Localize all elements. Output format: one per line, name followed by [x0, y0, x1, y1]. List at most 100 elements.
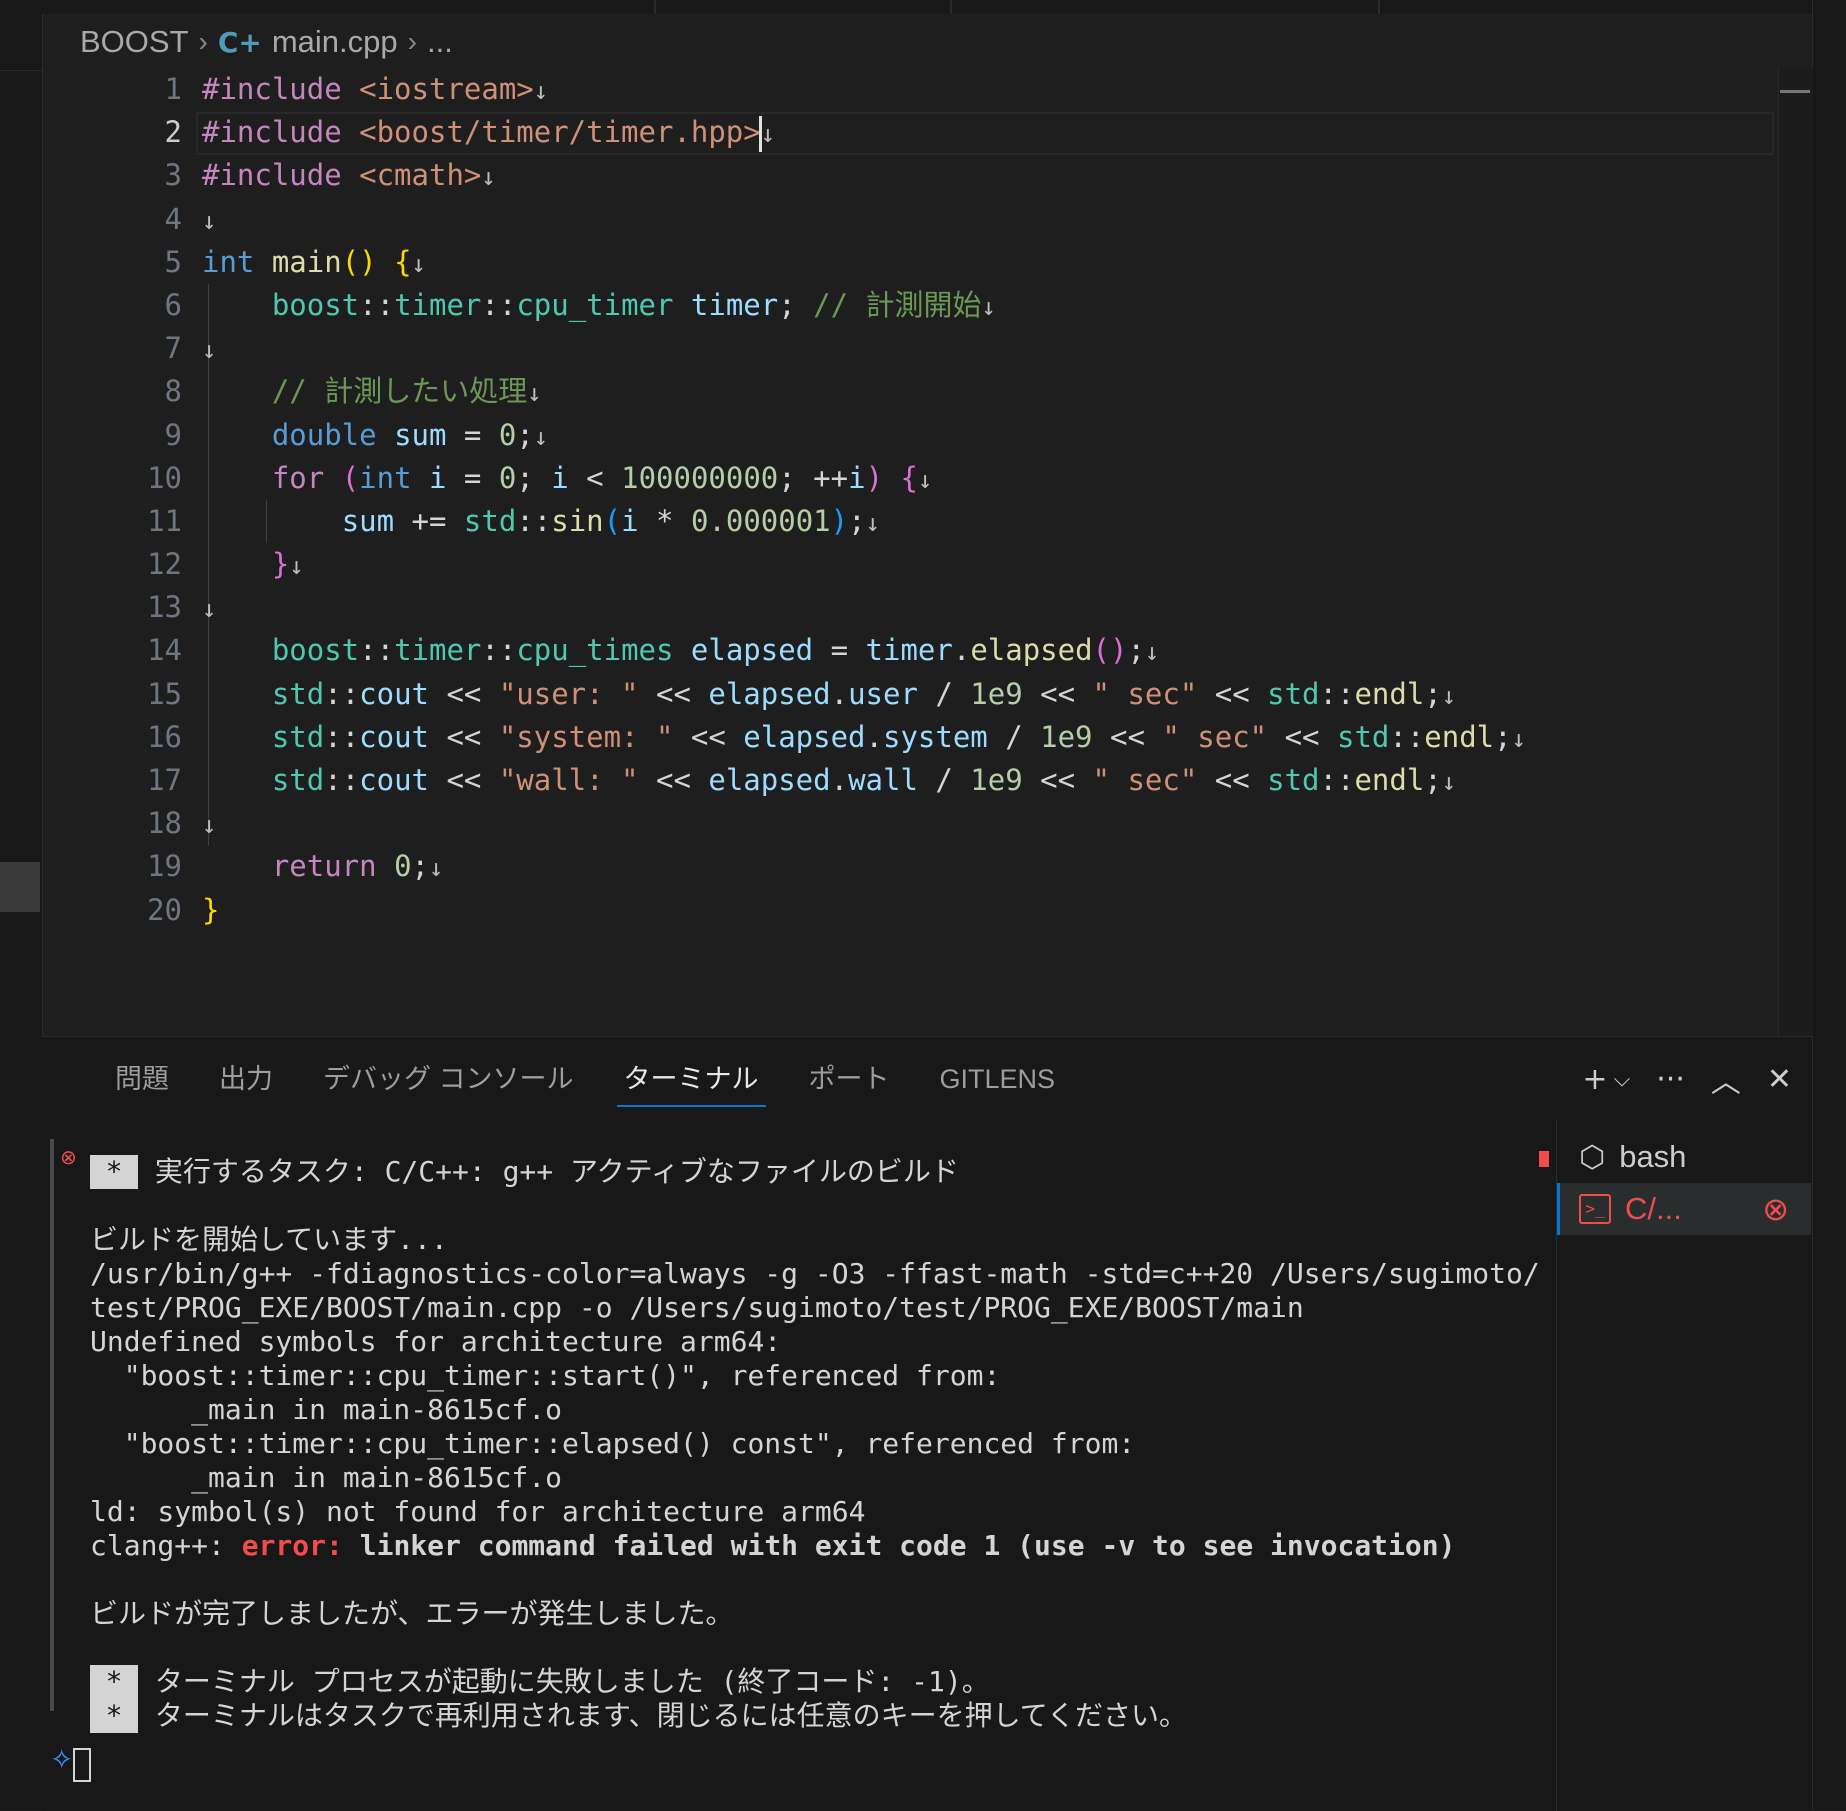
- bash-icon: ⬡: [1579, 1139, 1606, 1175]
- task-star: *: [90, 1699, 138, 1733]
- terminal-status-marker: [1539, 1151, 1549, 1167]
- code-line[interactable]: }: [202, 889, 1762, 932]
- code-token: .: [952, 633, 971, 668]
- panel-tab[interactable]: 問題: [90, 1037, 194, 1121]
- code-line[interactable]: std::cout << "wall: " << elapsed.wall / …: [202, 759, 1762, 802]
- code-token: ::: [1319, 763, 1355, 797]
- code-token: sin: [551, 503, 604, 538]
- code-line[interactable]: std::cout << "system: " << elapsed.syste…: [202, 716, 1762, 759]
- panel-actions: + ⌵ ··· ︿ ✕: [1582, 1055, 1792, 1103]
- newline-marker: ↓: [289, 552, 304, 581]
- line-number: 10: [147, 460, 182, 495]
- terminal-line: ターミナルはタスクで再利用されます、閉じるには任意のキーを押してください。: [154, 1699, 1187, 1732]
- code-line[interactable]: int main() {↓: [202, 241, 1762, 284]
- code-line[interactable]: ↓: [202, 327, 1762, 370]
- code-token: () {: [341, 244, 412, 279]
- maximize-panel-icon[interactable]: ︿: [1711, 1057, 1741, 1101]
- code-token: i: [551, 460, 569, 495]
- code-line[interactable]: ↓: [202, 586, 1762, 629]
- code-line[interactable]: // 計測したい処理↓: [202, 370, 1762, 413]
- code-editor[interactable]: 1 2 3 4 5 6 7 8 9 10 11 12 13 14 15 16 17 18 19 20 #include…: [42, 68, 1778, 1036]
- code-token: ;: [1424, 676, 1442, 711]
- code-token: cout: [359, 676, 429, 711]
- editor-scrollbar[interactable]: [1778, 68, 1813, 1036]
- terminal-item-bash[interactable]: ⬡ bash: [1539, 1131, 1811, 1183]
- code-token: 0: [394, 849, 412, 884]
- line-number: 11: [147, 503, 182, 538]
- code-line[interactable]: boost::timer::cpu_timer timer; // 計測開始↓: [202, 284, 1762, 327]
- code-line[interactable]: return 0;↓: [202, 845, 1762, 888]
- code-line[interactable]: sum += std::sin(i * 0.000001);↓: [202, 500, 1762, 543]
- newline-marker: ↓: [527, 379, 542, 408]
- code-token: " sec": [1162, 719, 1268, 754]
- terminal-item-label: C/...: [1625, 1191, 1682, 1226]
- terminal-error-label: error:: [241, 1529, 360, 1562]
- code-line[interactable]: #include <cmath>↓: [202, 154, 1762, 197]
- terminal-item-task[interactable]: >_ C/... ⊗: [1557, 1183, 1811, 1235]
- more-icon[interactable]: ···: [1656, 1062, 1685, 1097]
- minimap-marker: [1780, 90, 1810, 93]
- terminal-output[interactable]: * 実行するタスク: C/C++: g++ アクティブなファイルのビルド ビルド…: [90, 1133, 1570, 1803]
- code-token: <<: [429, 676, 499, 711]
- code-token: main: [271, 244, 342, 279]
- code-line[interactable]: double sum = 0;↓: [202, 414, 1762, 457]
- line-number: 7: [164, 331, 182, 366]
- code-token: 1e9: [970, 676, 1023, 711]
- code-token: for: [271, 460, 342, 495]
- code-token: <<: [1197, 763, 1268, 797]
- breadcrumb-folder[interactable]: BOOST: [80, 24, 189, 60]
- divider: [0, 70, 42, 71]
- line-number: 8: [164, 374, 182, 409]
- error-circle-icon[interactable]: ⊗: [1762, 1190, 1789, 1228]
- code-line[interactable]: std::cout << "user: " << elapsed.user / …: [202, 673, 1762, 716]
- sparkle-icon[interactable]: ✧: [50, 1743, 73, 1776]
- code-line[interactable]: for (int i = 0; i < 100000000; ++i) {↓: [202, 457, 1762, 500]
- code-token: i: [848, 460, 866, 495]
- code-line[interactable]: ↓: [202, 198, 1762, 241]
- terminal-task-line: 実行するタスク: C/C++: g++ アクティブなファイルのビルド: [154, 1155, 959, 1188]
- code-line[interactable]: #include <boost/timer/timer.hpp>↓: [196, 111, 1774, 156]
- terminal-icon: >_: [1579, 1194, 1611, 1224]
- newline-marker: ↓: [202, 206, 217, 235]
- line-number: 6: [164, 287, 182, 322]
- code-token: 1e9: [970, 763, 1023, 797]
- code-token: wall: [848, 763, 918, 797]
- command-decoration-bar: [50, 1139, 54, 1711]
- code-token: ): [830, 503, 849, 538]
- code-token: <<: [638, 676, 709, 711]
- code-area[interactable]: #include <iostream>↓ #include <boost/time…: [196, 68, 1774, 932]
- code-token: ::: [324, 719, 360, 754]
- code-line[interactable]: #include <iostream>↓: [202, 68, 1762, 111]
- close-icon[interactable]: ✕: [1767, 1062, 1792, 1097]
- panel-tab[interactable]: 出力: [194, 1037, 298, 1121]
- panel-tab[interactable]: ターミナル: [599, 1037, 784, 1121]
- line-number: 9: [164, 417, 182, 452]
- code-token: <cmath>: [359, 158, 482, 193]
- chevron-down-icon[interactable]: ⌵: [1614, 1067, 1631, 1092]
- code-token: i: [429, 460, 447, 495]
- breadcrumb-more[interactable]: ...: [427, 24, 453, 60]
- code-token: (: [603, 503, 622, 538]
- error-circle-icon[interactable]: ⊗: [60, 1145, 77, 1169]
- code-token: (): [1092, 633, 1128, 668]
- panel-tab[interactable]: ポート: [784, 1037, 915, 1121]
- panel-tab[interactable]: デバッグ コンソール: [298, 1037, 599, 1121]
- breadcrumb-file[interactable]: main.cpp: [272, 24, 398, 60]
- code-line[interactable]: }↓: [202, 543, 1762, 586]
- code-line[interactable]: boost::timer::cpu_times elapsed = timer.…: [202, 629, 1762, 672]
- terminal-prompt[interactable]: ✧: [50, 1743, 92, 1782]
- code-token: /: [917, 763, 971, 797]
- line-number: 1: [164, 72, 182, 106]
- code-token: timer: [394, 633, 482, 668]
- add-terminal-icon[interactable]: +: [1582, 1062, 1607, 1097]
- code-token: =: [446, 417, 499, 452]
- code-line[interactable]: ↓: [202, 802, 1762, 845]
- line-number: 15: [147, 676, 182, 711]
- code-token: <<: [1092, 719, 1163, 754]
- panel-tab[interactable]: GITLENS: [915, 1037, 1081, 1121]
- terminal-line: /usr/bin/g++ -fdiagnostics-color=always …: [90, 1257, 1540, 1290]
- code-token: =: [446, 460, 499, 495]
- newline-marker: ↓: [917, 465, 933, 494]
- newline-marker: ↓: [202, 595, 217, 624]
